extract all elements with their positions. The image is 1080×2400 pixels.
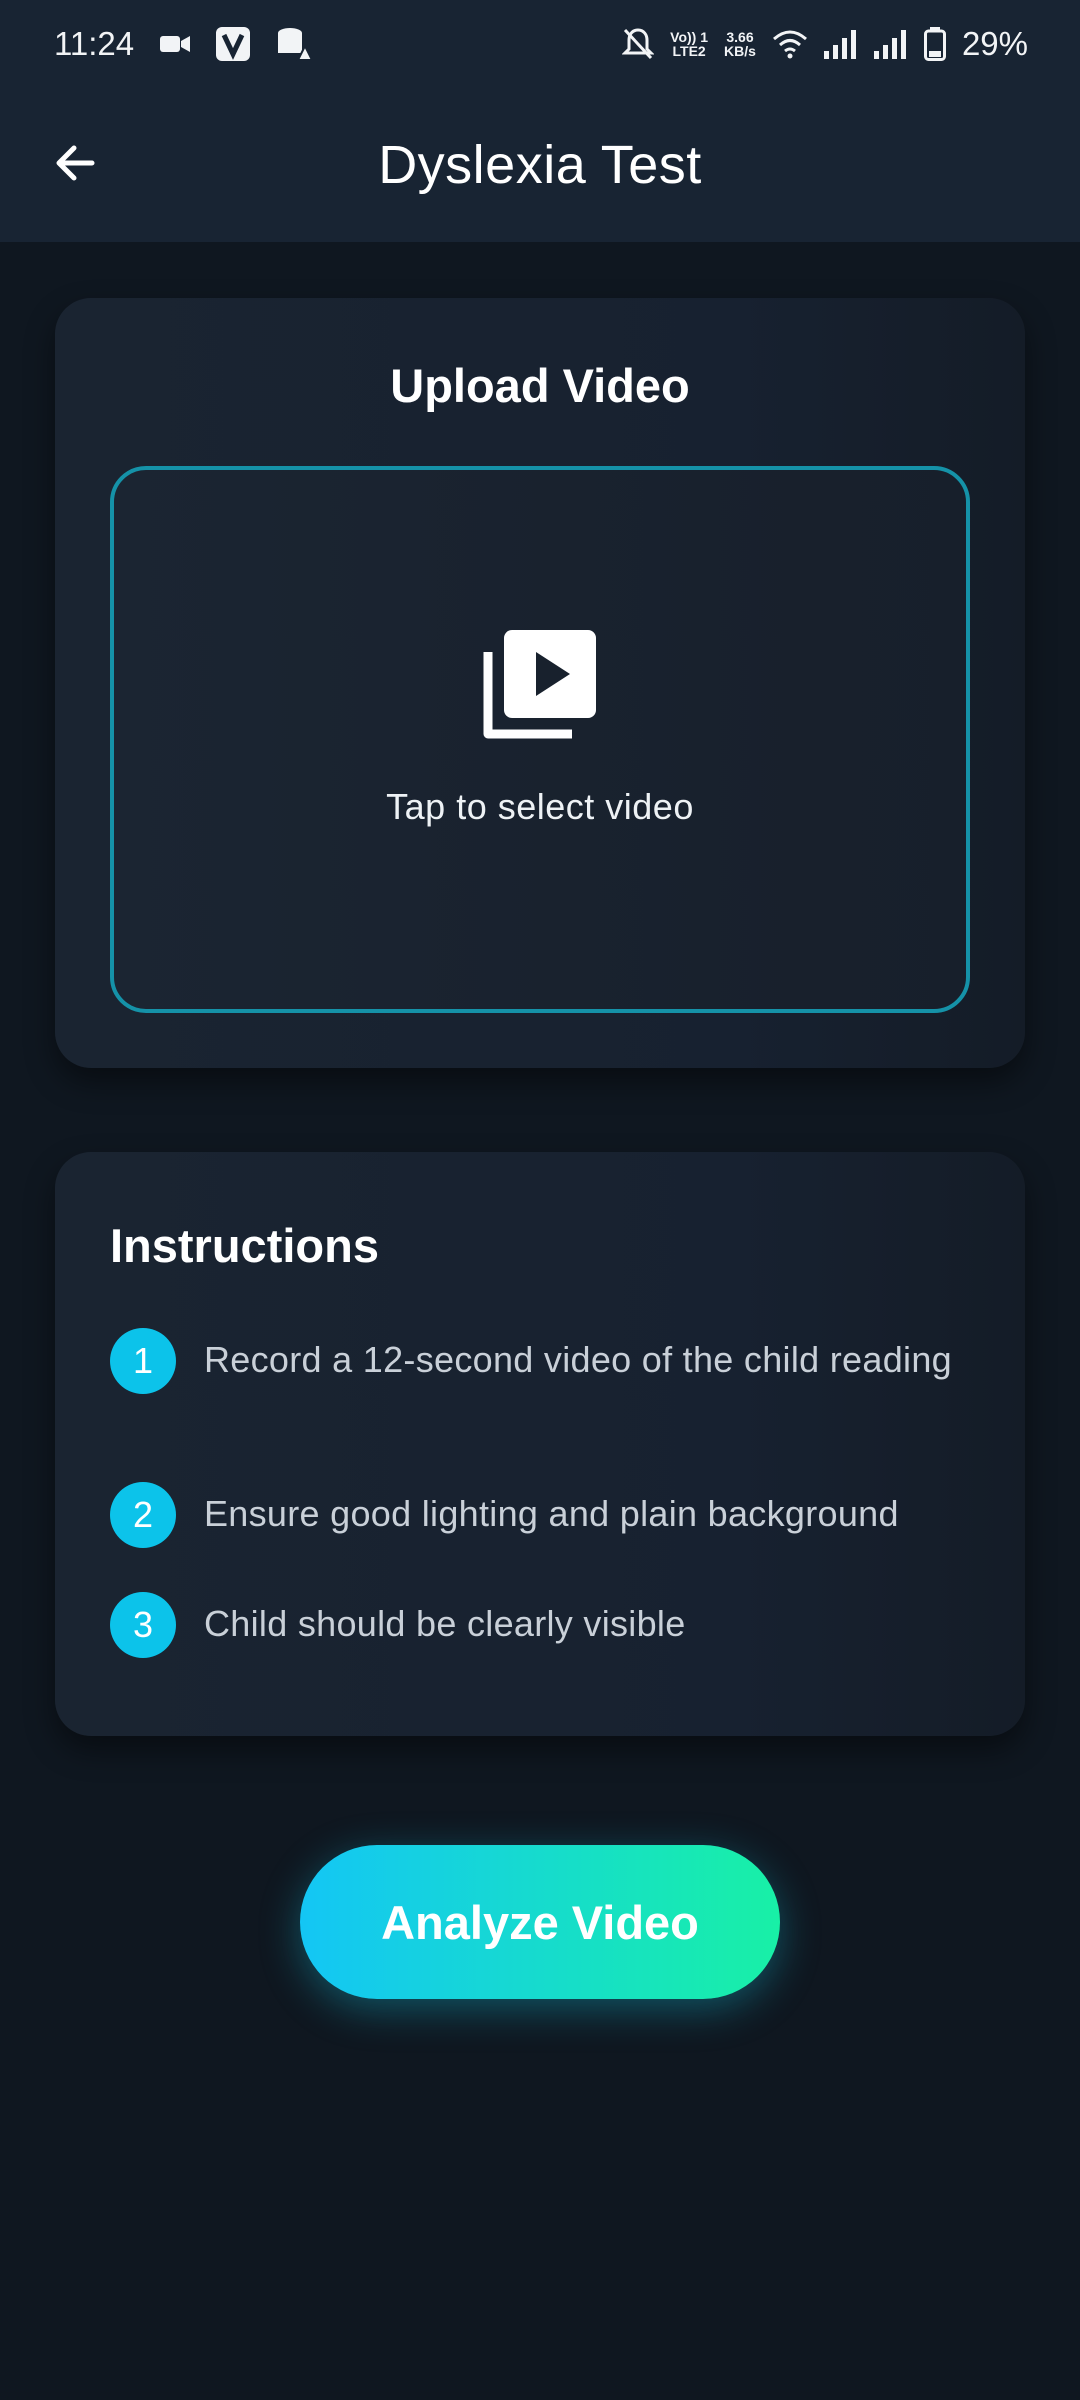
page-title: Dyslexia Test (378, 135, 702, 195)
analyze-video-button[interactable]: Analyze Video (300, 1845, 780, 1999)
battery-level: 29% (961, 25, 1028, 62)
status-bar: 11:24 Vo)) 1 LTE2 3.66 KB/s 29% (0, 0, 1080, 88)
v-app-icon (216, 27, 251, 61)
network-type-top: Vo)) 1 (670, 29, 709, 45)
video-camera-icon (160, 33, 191, 55)
select-video-prompt: Tap to select video (386, 785, 694, 827)
instructions-card: Instructions 1 Record a 12-second video … (55, 1152, 1025, 1736)
upload-card: Upload Video Tap to select video (55, 298, 1025, 1068)
arrow-left-icon (52, 139, 100, 192)
battery-icon (923, 27, 946, 61)
storage-warning-icon (276, 26, 313, 62)
step-number-badge: 1 (110, 1328, 176, 1394)
network-type: Vo)) 1 LTE2 (670, 30, 708, 58)
instruction-step: 1 Record a 12-second video of the child … (110, 1328, 970, 1394)
step-text: Child should be clearly visible (204, 1603, 686, 1644)
instructions-title: Instructions (110, 1219, 379, 1272)
network-speed-unit: KB/s (724, 43, 756, 59)
video-dropzone[interactable]: Tap to select video (110, 466, 970, 1013)
step-number-badge: 2 (110, 1482, 176, 1548)
instruction-step: 2 Ensure good lighting and plain backgro… (110, 1482, 970, 1548)
network-speed-value: 3.66 (726, 29, 754, 45)
step-text: Record a 12-second video of the child re… (204, 1339, 952, 1380)
upload-title: Upload Video (390, 359, 690, 412)
status-right: Vo)) 1 LTE2 3.66 KB/s 29% (622, 25, 1028, 63)
instruction-step: 3 Child should be clearly visible (110, 1592, 970, 1658)
network-speed: 3.66 KB/s (724, 30, 756, 58)
step-number-badge: 3 (110, 1592, 176, 1658)
bell-off-icon (622, 27, 655, 61)
back-button[interactable] (44, 133, 108, 197)
signal-icon (823, 29, 858, 59)
video-library-icon (480, 622, 600, 742)
wifi-icon (772, 29, 808, 59)
network-type-bottom: LTE2 (672, 43, 706, 59)
app-bar: Dyslexia Test (0, 88, 1080, 242)
signal-icon (873, 29, 908, 59)
status-time: 11:24 (54, 25, 135, 62)
screen: 11:24 Vo)) 1 LTE2 3.66 KB/s 29% Dyslexia… (0, 0, 1080, 2400)
step-text: Ensure good lighting and plain backgroun… (204, 1493, 899, 1534)
status-left: 11:24 (54, 25, 313, 63)
